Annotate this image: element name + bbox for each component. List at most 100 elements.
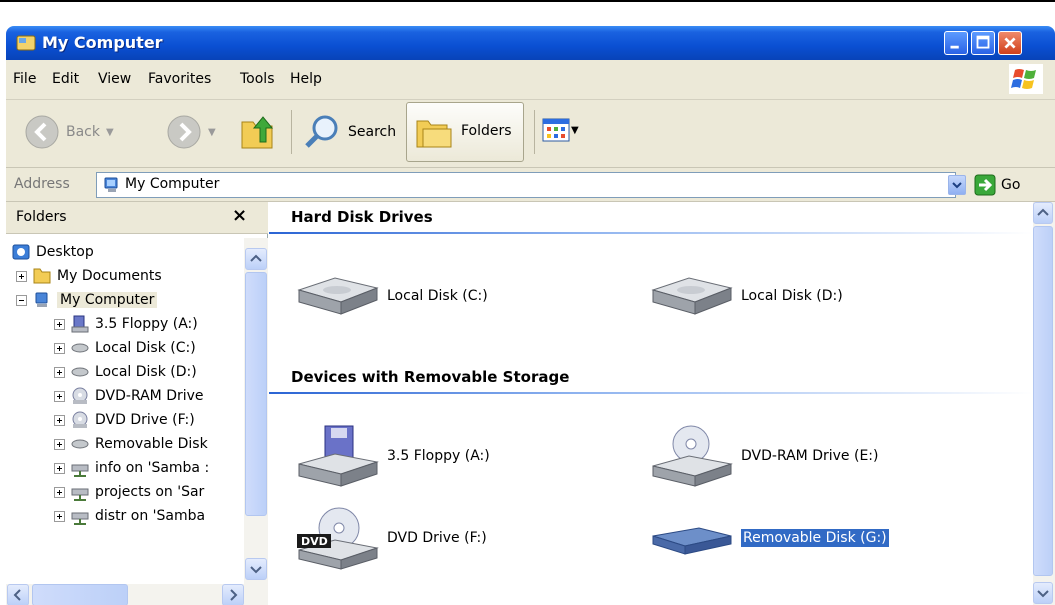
scroll-thumb[interactable]	[245, 272, 267, 516]
address-dropdown-button[interactable]	[948, 175, 966, 195]
go-button[interactable]: Go	[974, 174, 1020, 196]
dvd-badge: DVD	[301, 535, 328, 548]
tree-item-distr-samba[interactable]: distr on 'Samba	[54, 504, 205, 528]
tree-label: Removable Disk	[95, 436, 208, 452]
folders-horizontal-scrollbar[interactable]	[6, 584, 268, 605]
expand-icon[interactable]	[54, 366, 65, 378]
tree-item-info-samba[interactable]: info on 'Samba :	[54, 456, 209, 480]
drive-label-selected: Removable Disk (G:)	[740, 528, 890, 548]
close-pane-icon[interactable]: ×	[232, 205, 247, 226]
menu-view[interactable]: View	[98, 71, 131, 87]
tree-item-projects-samba[interactable]: projects on 'Sar	[54, 480, 204, 504]
folders-pane-header: Folders ×	[6, 202, 268, 234]
close-button[interactable]	[998, 31, 1022, 55]
expand-icon[interactable]	[16, 270, 27, 282]
title-bar[interactable]: My Computer	[6, 26, 1055, 60]
scroll-thumb[interactable]	[1033, 226, 1053, 576]
menu-favorites[interactable]: Favorites	[148, 71, 211, 87]
tree-item-my-documents[interactable]: My Documents	[16, 264, 162, 288]
views-button[interactable]: ▼	[542, 118, 579, 142]
expand-icon[interactable]	[54, 486, 65, 498]
expand-icon[interactable]	[54, 342, 65, 354]
menu-file[interactable]: File	[13, 71, 36, 87]
menu-help[interactable]: Help	[290, 71, 322, 87]
expand-icon[interactable]	[54, 462, 65, 474]
search-icon	[305, 115, 338, 148]
search-button[interactable]: Search	[302, 112, 396, 152]
folders-icon	[416, 120, 452, 148]
network-drive-icon	[71, 512, 89, 525]
tree-item-dvd-drive[interactable]: DVD Drive (F:)	[54, 408, 195, 432]
group-divider	[269, 392, 1033, 394]
scroll-left-arrow[interactable]	[7, 584, 29, 605]
drive-removable-g[interactable]: Removable Disk (G:)	[649, 506, 890, 570]
address-field[interactable]: My Computer	[96, 172, 956, 198]
scroll-thumb[interactable]	[32, 584, 128, 605]
scroll-down-arrow[interactable]	[1033, 582, 1053, 604]
chevron-down-icon	[1037, 590, 1049, 598]
maximize-button[interactable]	[971, 31, 995, 55]
folders-vertical-scrollbar[interactable]	[244, 238, 268, 588]
up-folder-icon[interactable]	[238, 112, 278, 152]
expand-icon[interactable]	[54, 414, 65, 426]
scroll-right-arrow[interactable]	[222, 584, 244, 605]
tree-item-desktop[interactable]: Desktop	[12, 240, 94, 264]
hard-disk-icon	[651, 277, 733, 315]
desktop-icon	[12, 244, 30, 260]
drive-local-disk-d[interactable]: Local Disk (D:)	[649, 264, 843, 328]
tree-item-local-disk-d[interactable]: Local Disk (D:)	[54, 360, 197, 384]
drive-floppy-a[interactable]: 3.5 Floppy (A:)	[295, 424, 490, 488]
drive-local-disk-c[interactable]: Local Disk (C:)	[295, 264, 488, 328]
go-label: Go	[1001, 177, 1021, 193]
menu-tools[interactable]: Tools	[240, 71, 275, 87]
tree-label: distr on 'Samba	[95, 508, 206, 524]
group-title-removable: Devices with Removable Storage	[291, 368, 570, 386]
tree-label: My Documents	[57, 268, 162, 284]
folders-pane-title: Folders	[16, 209, 67, 225]
back-dropdown-icon[interactable]: ▼	[106, 127, 114, 138]
computer-icon	[104, 177, 118, 192]
removable-disk-icon	[652, 527, 732, 555]
disk-icon	[71, 439, 89, 449]
tree-label: DVD Drive (F:)	[95, 412, 195, 428]
folders-button[interactable]: Folders	[406, 102, 524, 162]
disk-icon	[71, 343, 89, 353]
address-bar: Address My Computer Go	[6, 168, 1055, 202]
disk-icon	[71, 367, 89, 377]
chevron-up-icon	[1037, 208, 1049, 216]
tree-label: Local Disk (C:)	[95, 340, 196, 356]
drive-label: Local Disk (C:)	[387, 288, 488, 304]
tree-item-local-disk-c[interactable]: Local Disk (C:)	[54, 336, 196, 360]
expand-icon[interactable]	[54, 510, 65, 522]
collapse-icon[interactable]	[16, 294, 27, 306]
scroll-up-arrow[interactable]	[245, 248, 267, 270]
content-vertical-scrollbar[interactable]	[1033, 202, 1055, 605]
expand-icon[interactable]	[54, 390, 65, 402]
tree-item-removable-disk[interactable]: Removable Disk	[54, 432, 208, 456]
expand-icon[interactable]	[54, 318, 65, 330]
back-button[interactable]: Back ▼	[24, 114, 114, 150]
menu-edit[interactable]: Edit	[52, 71, 79, 87]
folder-tree: Desktop My Documents My Computer 3.5 Flo…	[6, 234, 244, 584]
minimize-button[interactable]	[944, 31, 968, 55]
views-dropdown-icon[interactable]: ▼	[571, 125, 579, 136]
back-arrow-icon	[25, 115, 59, 149]
menu-bar: File Edit View Favorites Tools Help	[6, 60, 1055, 100]
forward-button[interactable]: ▼	[166, 114, 216, 150]
scroll-up-arrow[interactable]	[1033, 202, 1053, 224]
expand-icon[interactable]	[54, 438, 65, 450]
window-title: My Computer	[42, 33, 163, 52]
drive-dvd-ram-e[interactable]: DVD-RAM Drive (E:)	[649, 424, 878, 488]
toolbar-separator	[291, 110, 292, 154]
tree-item-my-computer[interactable]: My Computer	[16, 288, 158, 312]
address-label: Address	[14, 176, 70, 192]
hard-disk-icon	[297, 277, 379, 315]
tree-item-floppy[interactable]: 3.5 Floppy (A:)	[54, 312, 198, 336]
forward-dropdown-icon[interactable]: ▼	[208, 127, 216, 138]
tree-item-dvd-ram[interactable]: DVD-RAM Drive	[54, 384, 204, 408]
views-icon	[542, 118, 570, 142]
network-drive-icon	[71, 464, 89, 477]
scroll-down-arrow[interactable]	[245, 558, 267, 580]
back-label: Back	[66, 124, 100, 140]
drive-dvd-f[interactable]: DVD DVD Drive (F:)	[295, 506, 487, 570]
